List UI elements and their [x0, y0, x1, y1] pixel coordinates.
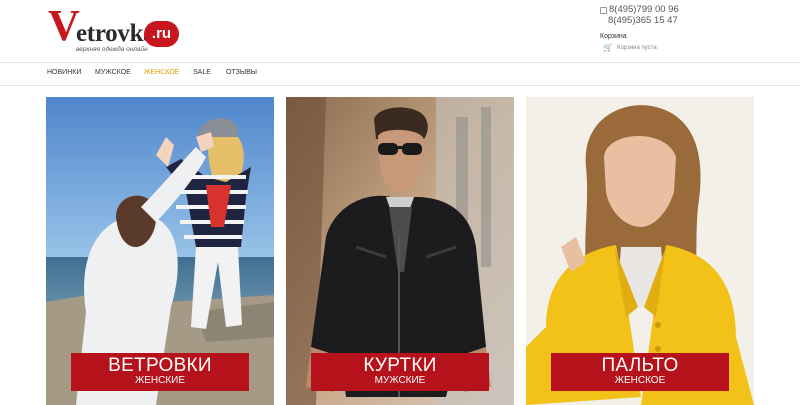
banner-title: ВЕТРОВКИ	[108, 355, 212, 376]
banner-subtitle: ЖЕНСКИЕ	[134, 375, 186, 386]
logo-badge: .ru	[144, 21, 179, 47]
cart-icon: 🛒	[603, 43, 613, 52]
cart-status: Корзина пуста	[616, 44, 657, 51]
banner-label-box: ВЕТРОВКИ ЖЕНСКИЕ	[71, 353, 249, 391]
banner-subtitle: ЖЕНСКОЕ	[614, 375, 666, 386]
banner-label-box: ПАЛЬТО ЖЕНСКОЕ	[551, 353, 729, 391]
nav-item-new[interactable]: НОВИНКИ	[47, 69, 81, 76]
site-header: V etrovka .ru верхняя одежда онлайн 8(49…	[0, 0, 800, 62]
cart-label[interactable]: Корзина	[600, 33, 627, 40]
nav-item-women[interactable]: ЖЕНСКОЕ	[144, 69, 179, 76]
main-nav: НОВИНКИ МУЖСКОЕ ЖЕНСКОЕ SALE ОТЗЫВЫ	[0, 62, 800, 86]
banner-jackets[interactable]: КУРТКИ МУЖСКИЕ	[286, 97, 514, 405]
contact-phones: 8(495)799 00 96 8(495)365 15 47	[600, 4, 679, 27]
phone-number-1[interactable]: 8(495)799 00 96	[609, 4, 679, 16]
banner-windbreakers[interactable]: ВЕТРОВКИ ЖЕНСКИЕ	[46, 97, 274, 405]
banner-coats[interactable]: ПАЛЬТО ЖЕНСКОЕ	[526, 97, 754, 405]
banner-label-box: КУРТКИ МУЖСКИЕ	[311, 353, 489, 391]
phone-row-1: 8(495)799 00 96	[600, 4, 679, 16]
site-logo[interactable]: V etrovka .ru верхняя одежда онлайн	[48, 2, 180, 54]
phone-icon	[600, 6, 607, 14]
phone-number-2[interactable]: 8(495)365 15 47	[608, 15, 678, 27]
banner-title: КУРТКИ	[363, 355, 437, 376]
nav-item-men[interactable]: МУЖСКОЕ	[95, 69, 131, 76]
nav-item-reviews[interactable]: ОТЗЫВЫ	[226, 69, 257, 76]
banner-subtitle: МУЖСКИЕ	[374, 375, 426, 386]
logo-tagline: верхняя одежда онлайн	[76, 46, 148, 53]
cart-status-row[interactable]: 🛒 Корзина пуста	[603, 43, 657, 52]
logo-initial: V	[48, 1, 80, 50]
phone-row-2: 8(495)365 15 47	[600, 15, 679, 27]
nav-item-sale[interactable]: SALE	[193, 69, 211, 76]
banner-title: ПАЛЬТО	[601, 355, 679, 376]
